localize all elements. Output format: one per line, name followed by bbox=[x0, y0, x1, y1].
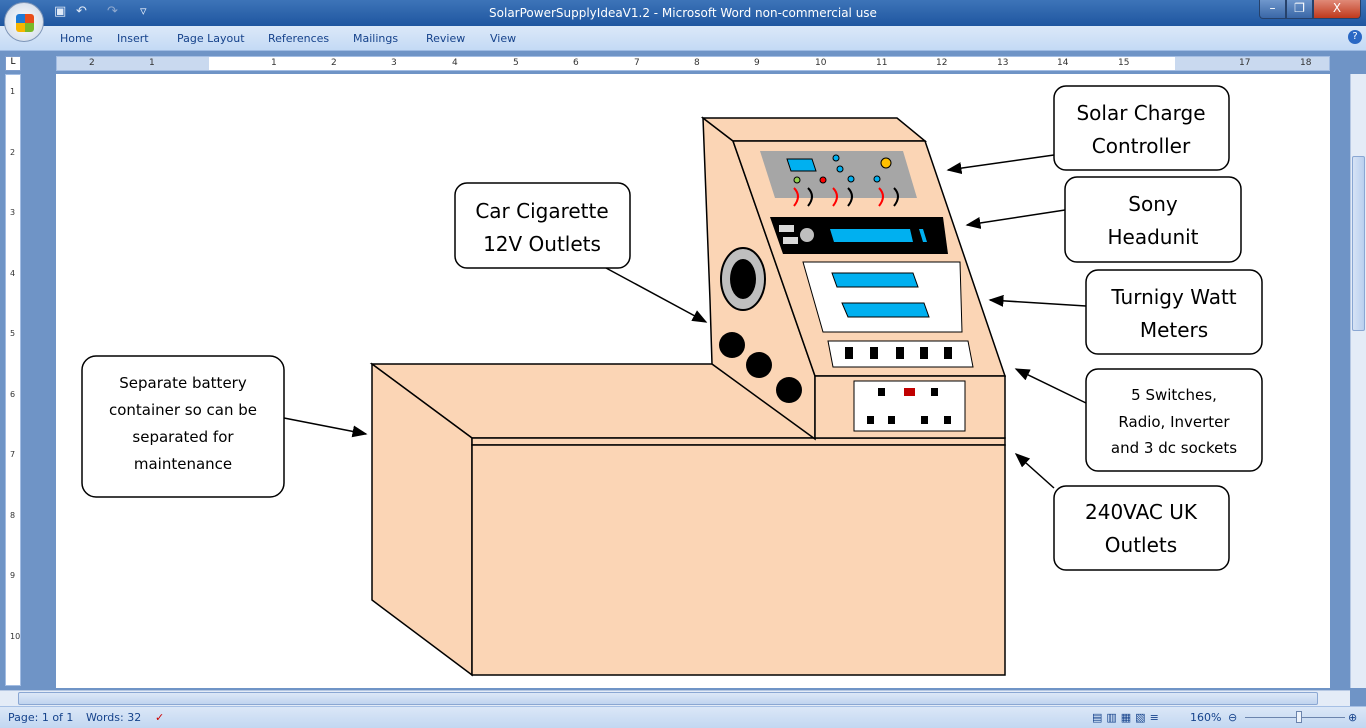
callout-text: and 3 dc sockets bbox=[1111, 439, 1237, 457]
solar-charge-controller bbox=[760, 151, 917, 207]
proofing-icon[interactable]: ✓ bbox=[155, 711, 164, 724]
page-count[interactable]: Page: 1 of 1 bbox=[8, 711, 73, 724]
office-button[interactable] bbox=[4, 2, 44, 42]
view-buttons[interactable]: ▤▥▦▧≡ bbox=[1092, 711, 1163, 724]
switch-panel bbox=[827, 340, 974, 368]
zoom-slider[interactable] bbox=[1245, 717, 1345, 718]
callout-text: container so can be bbox=[109, 401, 257, 419]
callout-text: Headunit bbox=[1107, 225, 1198, 249]
callout-text: Radio, Inverter bbox=[1118, 413, 1230, 431]
callout-text: Controller bbox=[1092, 134, 1191, 158]
callout-text: Separate battery bbox=[119, 374, 247, 392]
callout-text: maintenance bbox=[134, 455, 232, 473]
callout-text: 12V Outlets bbox=[483, 232, 601, 256]
callout-text: separated for bbox=[132, 428, 234, 446]
zoom-slider-thumb[interactable] bbox=[1296, 711, 1302, 723]
callout-text: Sony bbox=[1128, 192, 1178, 216]
callout-text: Outlets bbox=[1105, 533, 1177, 557]
uk-outlet bbox=[853, 380, 966, 432]
status-bar: Page: 1 of 1 Words: 32 ✓ ▤▥▦▧≡ 160% ⊖ ⊕ bbox=[0, 706, 1366, 728]
callout-text: Meters bbox=[1140, 318, 1208, 342]
callout-sony bbox=[1064, 176, 1242, 263]
sony-headunit bbox=[770, 217, 948, 254]
zoom-in-icon[interactable]: ⊕ bbox=[1348, 711, 1357, 724]
callout-outlets bbox=[1053, 485, 1230, 571]
watt-meters bbox=[802, 261, 963, 333]
battery-front bbox=[471, 444, 1006, 676]
callout-text: Solar Charge bbox=[1076, 101, 1205, 125]
word-count[interactable]: Words: 32 bbox=[86, 711, 141, 724]
horizontal-scrollbar[interactable] bbox=[0, 690, 1350, 706]
zoom-out-icon[interactable]: ⊖ bbox=[1228, 711, 1237, 724]
vertical-scroll-thumb[interactable] bbox=[1352, 156, 1365, 331]
callout-text: Turnigy Watt bbox=[1110, 285, 1236, 309]
callout-text: 5 Switches, bbox=[1131, 386, 1217, 404]
diagram: Solar Charge Controller Sony Headunit Tu… bbox=[81, 85, 1263, 677]
vertical-scrollbar[interactable] bbox=[1350, 74, 1366, 688]
horizontal-scroll-thumb[interactable] bbox=[18, 692, 1318, 705]
callout-text: 240VAC UK bbox=[1085, 500, 1198, 524]
callout-text: Car Cigarette bbox=[475, 199, 608, 223]
zoom-level[interactable]: 160% bbox=[1190, 711, 1221, 724]
office-logo-icon bbox=[16, 14, 34, 32]
